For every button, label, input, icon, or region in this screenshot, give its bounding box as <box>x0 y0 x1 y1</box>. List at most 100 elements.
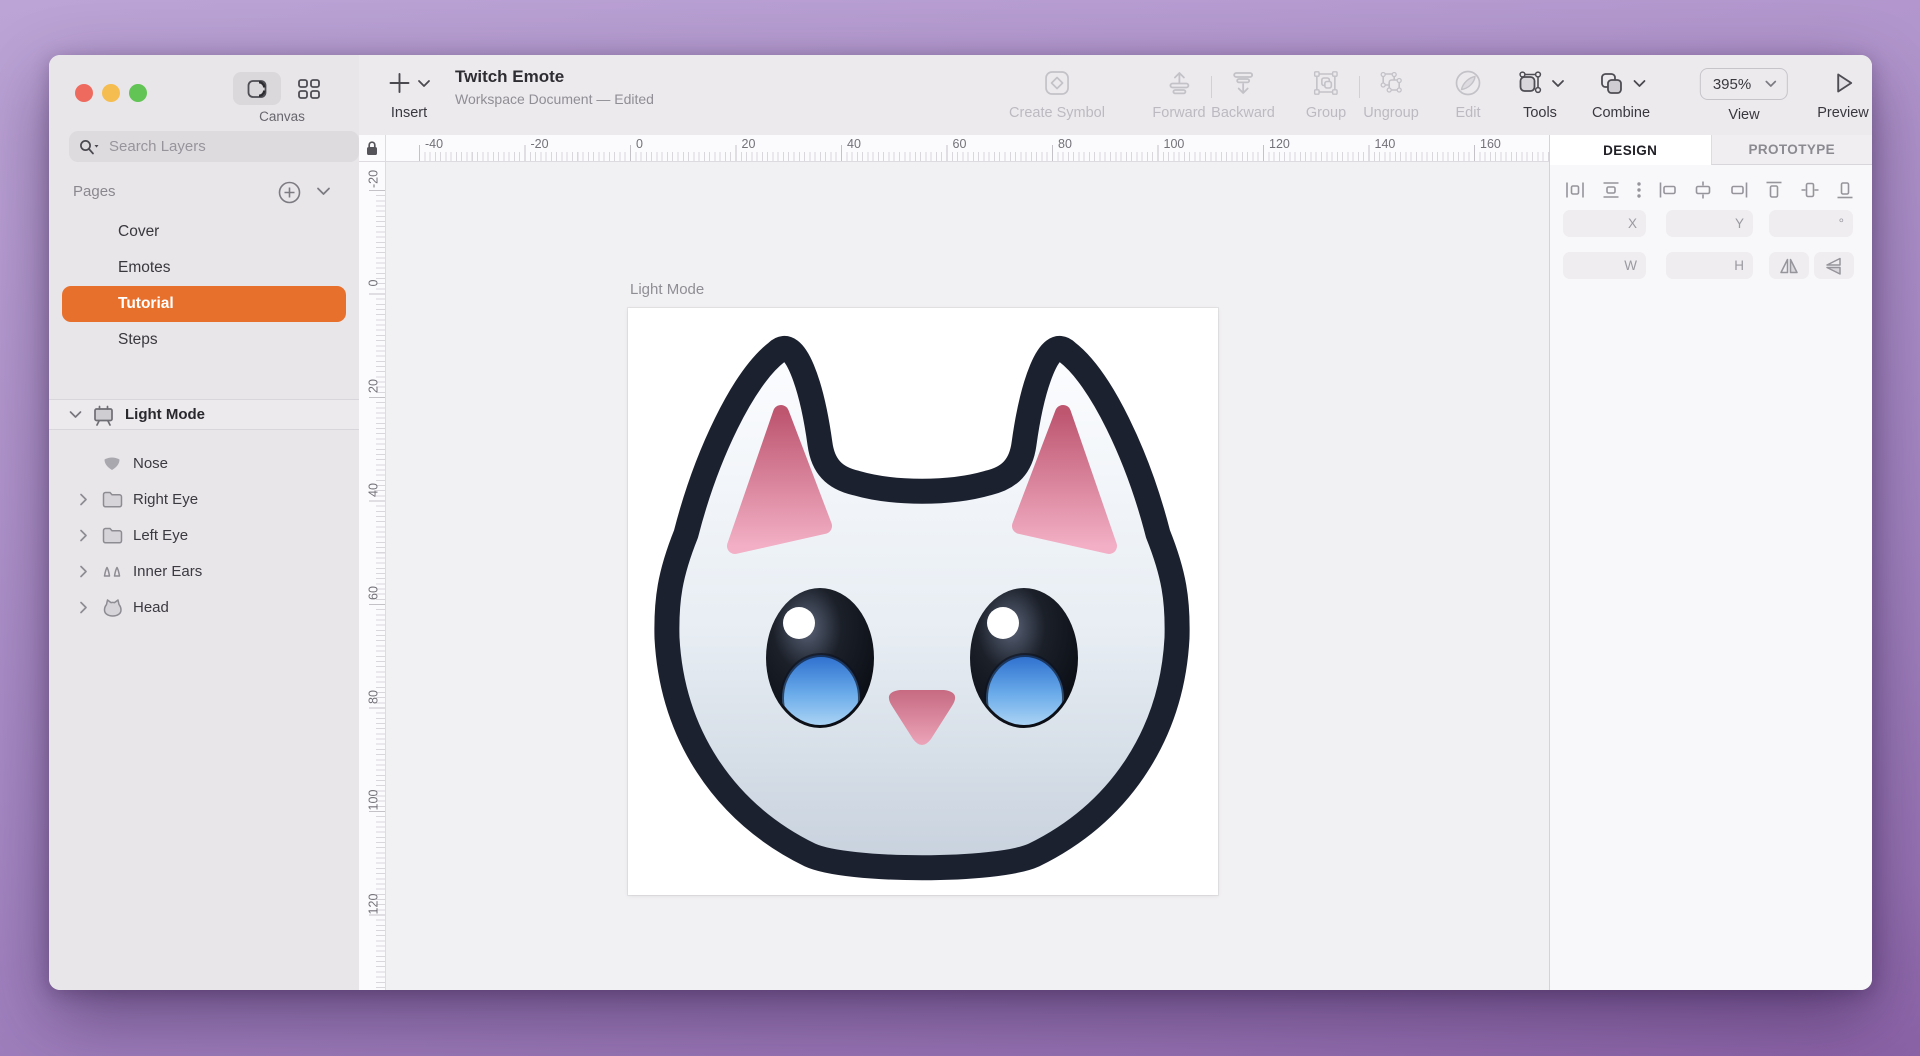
tab-design[interactable]: DESIGN <box>1550 135 1711 165</box>
align-top-icon[interactable] <box>1763 179 1785 201</box>
x-input[interactable] <box>1563 216 1628 232</box>
align-bottom-icon[interactable] <box>1834 179 1856 201</box>
artboard-list-row-light-mode[interactable]: Light Mode <box>49 399 359 430</box>
zoom-dropdown[interactable]: 395% <box>1700 68 1788 100</box>
chevron-down-icon <box>1765 80 1777 88</box>
chevron-down-icon[interactable] <box>69 410 82 419</box>
more-options-icon[interactable] <box>1635 179 1643 201</box>
zoom-value: 395% <box>1713 76 1751 93</box>
search-layers-field[interactable] <box>69 131 359 162</box>
y-field-label: Y <box>1735 216 1753 231</box>
document-title-block: Twitch Emote Workspace Document — Edited <box>455 67 654 107</box>
pages-collapse-chevron[interactable] <box>316 186 331 196</box>
distribute-vertically-icon[interactable] <box>1600 179 1622 201</box>
ruler-number: 80 <box>1058 137 1072 151</box>
width-field[interactable]: W <box>1563 252 1646 279</box>
layer-row-nose[interactable]: Nose <box>49 445 359 481</box>
zoom-control[interactable]: 395% View <box>1700 68 1788 123</box>
alignment-toolbar <box>1564 179 1856 201</box>
folder-icon <box>99 522 125 548</box>
canvas-toggle-label: Canvas <box>217 109 347 124</box>
tools-button[interactable]: Tools <box>1516 68 1565 121</box>
play-icon <box>1829 68 1857 98</box>
combine-button[interactable]: Combine <box>1592 68 1650 121</box>
move-backward-icon <box>1229 68 1257 98</box>
insert-button[interactable]: Insert <box>388 68 431 121</box>
flip-horizontal-icon <box>1778 256 1800 276</box>
artboard-light-mode[interactable] <box>628 308 1218 895</box>
window-minimize-button[interactable] <box>102 84 120 102</box>
chevron-right-icon[interactable] <box>79 601 93 614</box>
flip-horizontal-button[interactable] <box>1769 252 1809 279</box>
pages-header: Pages <box>73 183 116 200</box>
rotation-field-label: ° <box>1839 216 1853 231</box>
rotation-input[interactable] <box>1769 216 1839 232</box>
layer-row-head[interactable]: Head <box>49 589 359 625</box>
ungroup-icon <box>1377 68 1405 98</box>
search-icon <box>79 139 100 155</box>
align-center-vertically-icon[interactable] <box>1799 179 1821 201</box>
ruler-number: 60 <box>367 580 381 607</box>
search-input[interactable] <box>107 137 349 156</box>
page-item-tutorial[interactable]: Tutorial <box>62 286 346 322</box>
vertical-ruler[interactable]: -20020406080100120 <box>359 162 386 990</box>
canvas-frame-icon <box>245 78 269 100</box>
window-close-button[interactable] <box>75 84 93 102</box>
height-input[interactable] <box>1666 258 1734 274</box>
align-left-icon[interactable] <box>1657 179 1679 201</box>
document-subtitle: Workspace Document — Edited <box>455 91 654 107</box>
align-center-horizontally-icon[interactable] <box>1692 179 1714 201</box>
edit-button[interactable]: Edit <box>1453 68 1483 121</box>
create-symbol-button[interactable]: Create Symbol <box>1009 68 1105 121</box>
distribute-horizontally-icon[interactable] <box>1564 179 1586 201</box>
canvas-area[interactable]: Light Mode <box>386 162 1549 990</box>
ruler-number: 40 <box>847 137 861 151</box>
chevron-right-icon[interactable] <box>79 529 93 542</box>
layer-row-left-eye[interactable]: Left Eye <box>49 517 359 553</box>
lock-icon <box>365 140 379 156</box>
inspector-panel: DESIGN PROTOTYPE X Y ° W <box>1549 135 1872 990</box>
ruler-number: 20 <box>742 137 756 151</box>
page-item-emotes[interactable]: Emotes <box>49 250 359 286</box>
ruler-number: 120 <box>1269 137 1290 151</box>
sketch-app-window: Canvas Pages Cover Emotes Tutorial Steps… <box>49 55 1872 990</box>
align-right-icon[interactable] <box>1728 179 1750 201</box>
ruler-number: 120 <box>367 890 381 917</box>
move-backward-button[interactable]: Backward <box>1211 68 1275 121</box>
ruler-lock-corner[interactable] <box>359 135 386 162</box>
group-button[interactable]: Group <box>1306 68 1346 121</box>
ruler-number: 80 <box>367 683 381 710</box>
cat-emote-graphic[interactable] <box>628 308 1218 895</box>
canvas-view-toggle[interactable] <box>233 72 281 105</box>
rotation-field[interactable]: ° <box>1769 210 1853 237</box>
ruler-number: -20 <box>367 166 381 193</box>
ungroup-button[interactable]: Ungroup <box>1363 68 1419 121</box>
chevron-down-icon <box>1552 79 1565 88</box>
move-forward-button[interactable]: Forward <box>1152 68 1205 121</box>
layer-row-inner-ears[interactable]: Inner Ears <box>49 553 359 589</box>
chevron-right-icon[interactable] <box>79 565 93 578</box>
grid-view-toggle[interactable] <box>295 76 323 102</box>
page-item-cover[interactable]: Cover <box>49 214 359 250</box>
group-icon <box>1312 68 1340 98</box>
horizontal-ruler[interactable]: -40-20020406080100120140160 <box>386 135 1549 162</box>
y-position-field[interactable]: Y <box>1666 210 1753 237</box>
artboard-row-label: Light Mode <box>125 406 205 423</box>
preview-button[interactable]: Preview <box>1817 68 1869 121</box>
window-zoom-button[interactable] <box>129 84 147 102</box>
page-item-steps[interactable]: Steps <box>49 322 359 358</box>
artboard-icon <box>91 404 116 426</box>
layer-row-right-eye[interactable]: Right Eye <box>49 481 359 517</box>
right-eye-highlight <box>987 607 1019 639</box>
height-field[interactable]: H <box>1666 252 1753 279</box>
flip-vertical-button[interactable] <box>1814 252 1854 279</box>
tab-prototype[interactable]: PROTOTYPE <box>1711 135 1873 165</box>
x-position-field[interactable]: X <box>1563 210 1646 237</box>
width-input[interactable] <box>1563 258 1624 274</box>
ruler-number: 40 <box>367 476 381 503</box>
chevron-right-icon[interactable] <box>79 493 93 506</box>
y-input[interactable] <box>1666 216 1735 232</box>
artboard-title-label[interactable]: Light Mode <box>630 281 704 298</box>
add-page-button[interactable] <box>278 181 301 204</box>
document-title: Twitch Emote <box>455 67 654 87</box>
